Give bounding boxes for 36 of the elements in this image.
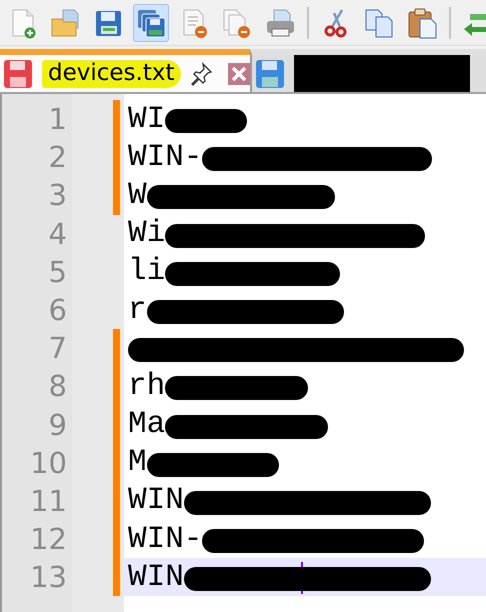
code-line: li [128,254,166,290]
line-number: 3 [48,177,68,214]
toolbar-button[interactable] [133,4,169,42]
line-number: 6 [48,292,68,330]
line-number: 4 [48,216,68,253]
line-number: 11 [29,482,68,520]
printer-icon [264,6,296,38]
code-line: WIN [128,560,184,595]
file-tab[interactable]: devices.txt [0,49,250,92]
close-files-icon [221,6,253,38]
line-number: 8 [48,368,68,406]
file-tab[interactable] [250,49,486,92]
line-number: 12 [29,521,68,558]
line-number: 10 [29,444,68,482]
line-number: 7 [48,330,68,368]
code-line: WI [128,102,166,137]
code-line: rh [128,368,166,404]
folder-icon [49,6,81,38]
clipboard-icon [406,6,438,38]
copy-icon [363,6,395,38]
code-line: M [128,445,147,480]
code-line: WIN [128,483,184,518]
line-number: 5 [48,254,68,291]
line-number: 9 [48,406,68,444]
code-line: r [128,292,147,328]
code-line: Wi [128,216,166,252]
pin-icon[interactable] [188,62,212,86]
code-line: WIN- [128,522,202,557]
line-number: 1 [48,101,68,138]
close-tab-icon[interactable] [226,62,250,86]
line-number: 13 [29,559,68,596]
tab-label: devices.txt [42,60,180,88]
code-line: Ma [128,407,166,442]
code-line: WIN- [128,140,202,175]
code-line: W [128,178,147,213]
line-number: 2 [48,139,68,176]
